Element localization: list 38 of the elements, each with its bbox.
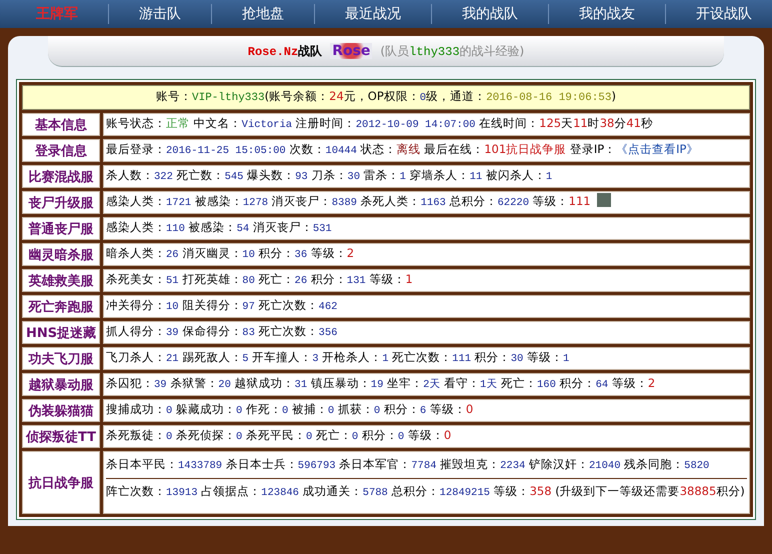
server-label: 幽灵暗杀服 [22,243,100,266]
stats-text: 感染人类：1721 被感染：1278 消灭丧尸：8389 杀死人类：1163 总积分：62220 等级：111 [106,192,747,213]
nav-link[interactable]: 我的战友 [579,5,635,23]
stats-text: 账号状态：正常 中文名：Victoria 注册时间：2012-10-09 14:07:00 在线时间：125天11时38分41秒 [106,115,654,133]
server-label: 功夫飞刀服 [22,347,100,370]
account-summary: 账号：VIP-lthy333(账号余额：24元，OP权限：0级，通道：2016-08-16 19:06:53) [22,85,750,110]
stats-text: 搜捕成功：0 躲藏成功：0 作死：0 被捕：0 抓获：0 积分：6 等级：0 [106,401,474,419]
server-label: 死亡奔跑服 [22,295,100,318]
nav-link[interactable]: 最近战况 [345,5,401,23]
server-label: 普通丧尸服 [22,217,100,240]
stats-text: 飞刀杀人：21 踢死敌人：5 开车撞人：3 开枪杀人：1 死亡次数：111 积分：30 等级：1 [106,349,570,367]
nav-link[interactable]: 我的战队 [462,5,518,23]
stats-text: 杀日本平民：1433789 杀日本士兵：596793 杀日本军官：7784 摧毁坦克：2234 铲除汉奸：21040 残杀同胞：5820 [106,456,710,474]
server-label: 英雄救美服 [22,269,100,292]
server-label: 丧尸升级服 [22,191,100,214]
nav-link[interactable]: 开设战队 [696,5,752,23]
stats-text: 杀囚犯：39 杀狱警：20 越狱成功：31 镇压暴动：19 坐牢：2天 看守：1天 死亡：160 积分：64 等级：2 [106,375,656,393]
server-label: HNS捉迷藏 [22,321,100,344]
stats-text: 暗杀人类：26 消灭幽灵：10 积分：36 等级：2 [106,245,356,263]
stats-text: 杀死叛徒：0 杀死侦探：0 杀死平民：0 死亡：0 积分：0 等级：0 [106,427,452,445]
server-label: 比赛混战服 [22,165,100,188]
member-caption: (队员lthy333的战斗经验) [380,42,524,60]
server-label: 越狱暴动服 [22,373,100,396]
server-label: 登录信息 [22,139,100,162]
stats-text: 杀死美女：51 打死英雄：80 死亡：26 积分：131 等级：1 [106,271,414,289]
server-label: 伪装躲猫猫 [22,399,100,422]
stats-text: 感染人类：110 被感染：54 消灭丧尸：531 [106,219,333,237]
nav-link[interactable]: 游击队 [139,5,181,23]
stats-text: 阵亡次数：13913 占领据点：123846 成功通关：5788 总积分：12849215 等级：358 (升级到下一等级还需要38885积分) [106,478,747,505]
stats-text: 冲关得分：10 阻关得分：97 死亡次数：462 [106,297,338,315]
stats-text: 抓人得分：39 保命得分：83 死亡次数：356 [106,323,338,341]
server-label: 基本信息 [22,113,100,136]
server-label: 抗日战争服 [22,451,100,514]
stats-text: 最后登录：2016-11-25 15:05:00 次数：10444 状态：离线 最后在线：101抗日战争服 登录IP：《点击查看IP》 [106,141,700,159]
stats-text: 杀人数：322 死亡数：545 爆头数：93 刀杀：30 雷杀：1 穿墙杀人：11 被闪杀人：1 [106,167,554,185]
team-name: Rose.Nz战队 [248,42,322,60]
nav-link[interactable]: 抢地盘 [242,5,284,23]
server-label: 侦探叛徒TT [22,425,100,448]
